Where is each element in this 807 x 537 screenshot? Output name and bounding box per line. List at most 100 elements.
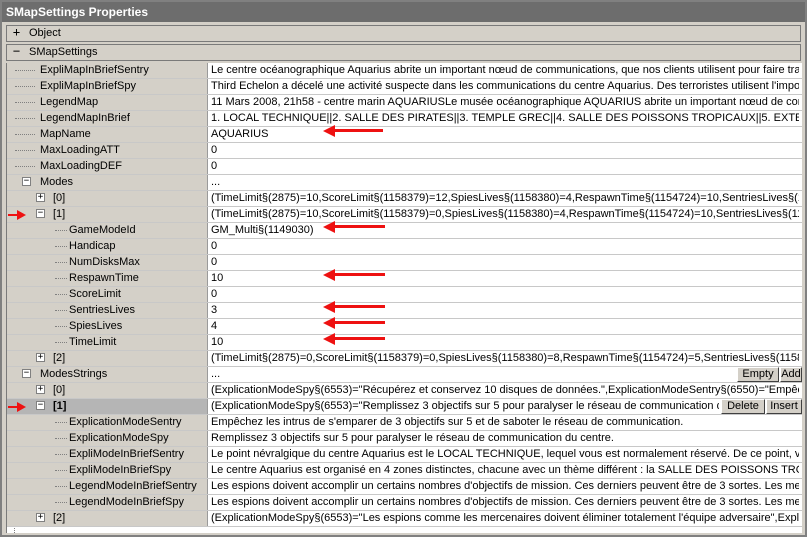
property-value[interactable]: 11 Mars 2008, 21h58 - centre marin AQUAR…: [211, 95, 799, 110]
collapse-icon[interactable]: −: [36, 209, 45, 218]
collapse-icon[interactable]: −: [22, 369, 31, 378]
property-row[interactable]: RespawnTime 10: [7, 271, 802, 287]
property-name: LegendModeInBriefSentry: [69, 480, 197, 492]
property-row[interactable]: GameModeId GM_Multi§(1149030): [7, 223, 802, 239]
property-value[interactable]: 1. LOCAL TECHNIQUE||2. SALLE DES PIRATES…: [211, 111, 799, 126]
red-marker-icon: [17, 402, 26, 412]
empty-button[interactable]: Empty: [737, 367, 779, 382]
property-name: ModesStrings: [40, 368, 108, 380]
property-row[interactable]: + [2] (ExplicationModeSpy§(6553)="Les esp…: [7, 511, 802, 527]
property-row[interactable]: ScoreLimit 0: [7, 287, 802, 303]
property-value[interactable]: 10: [211, 335, 799, 350]
property-row[interactable]: LegendMapInBrief 1. LOCAL TECHNIQUE||2. …: [7, 111, 802, 127]
property-name: ExpliMapInBriefSentry: [40, 64, 149, 76]
collapse-icon[interactable]: −: [36, 401, 45, 410]
property-name: ScoreLimit: [69, 288, 121, 300]
property-grid: ExpliMapInBriefSentry Le centre océanogr…: [6, 63, 802, 533]
expand-icon[interactable]: +: [11, 26, 22, 38]
property-value[interactable]: Les espions doivent accomplir un certain…: [211, 495, 799, 510]
property-name: [1]: [53, 208, 66, 220]
property-name: SpiesLives: [69, 320, 123, 332]
property-value[interactable]: (ExplicationModeSpy§(6553)="Les espions …: [211, 511, 799, 526]
property-name-cell: ExpliMapInBriefSentry: [7, 63, 208, 78]
property-row[interactable]: NumDisksMax 0: [7, 255, 802, 271]
property-row[interactable]: − Modes ...: [7, 175, 802, 191]
property-value[interactable]: 3: [211, 303, 799, 318]
insert-button[interactable]: Insert: [766, 399, 802, 414]
section-smapsettings-label: SMapSettings: [29, 46, 98, 58]
property-value[interactable]: (TimeLimit§(2875)=0,ScoreLimit§(1158379)…: [211, 351, 799, 366]
tree-branch: [15, 150, 35, 151]
property-value[interactable]: Empêchez les intrus de s'emparer de 3 ob…: [211, 415, 799, 430]
property-row[interactable]: LegendModeInBriefSentry Les espions doiv…: [7, 479, 802, 495]
tree-branch: [15, 118, 35, 119]
property-row[interactable]: ExpliModeInBriefSpy Le centre Aquarius e…: [7, 463, 802, 479]
property-value[interactable]: 0: [211, 239, 799, 254]
delete-button[interactable]: Delete: [721, 399, 765, 414]
section-smapsettings[interactable]: − SMapSettings: [6, 44, 801, 61]
property-value[interactable]: 4: [211, 319, 799, 334]
tree-branch: [55, 326, 67, 327]
property-value[interactable]: Le centre océanographique Aquarius abrit…: [211, 63, 799, 78]
property-name: MapName: [40, 128, 91, 140]
property-name: [0]: [53, 384, 66, 396]
tree-branch: [55, 262, 67, 263]
property-value[interactable]: 0: [211, 255, 799, 270]
property-value[interactable]: 0: [211, 287, 799, 302]
property-name-cell: Handicap: [7, 239, 208, 254]
property-row[interactable]: ExpliModeInBriefSentry Le point névralgi…: [7, 447, 802, 463]
property-value[interactable]: Les espions doivent accomplir un certain…: [211, 479, 799, 494]
property-row[interactable]: + [2] (TimeLimit§(2875)=0,ScoreLimit§(115…: [7, 351, 802, 367]
property-row[interactable]: SentriesLives 3: [7, 303, 802, 319]
expand-icon[interactable]: +: [36, 513, 45, 522]
property-row[interactable]: TimeLimit 10: [7, 335, 802, 351]
property-row[interactable]: ExplicationModeSentry Empêchez les intru…: [7, 415, 802, 431]
property-value[interactable]: Remplissez 3 objectifs sur 5 pour paraly…: [211, 431, 799, 446]
property-name: LegendMapInBrief: [40, 112, 130, 124]
property-value[interactable]: Le centre Aquarius est organisé en 4 zon…: [211, 463, 799, 478]
property-row[interactable]: ExpliMapInBriefSentry Le centre océanogr…: [7, 63, 802, 79]
expand-icon[interactable]: +: [36, 385, 45, 394]
property-name-cell: MaxLoadingATT: [7, 143, 208, 158]
property-row[interactable]: MaxLoadingATT 0: [7, 143, 802, 159]
add-button[interactable]: Add: [780, 367, 802, 382]
tree-branch: [55, 438, 67, 439]
property-name-cell: MaxLoadingDEF: [7, 159, 208, 174]
property-row[interactable]: MapName AQUARIUS: [7, 127, 802, 143]
property-row[interactable]: LegendModeInBriefSpy Les espions doivent…: [7, 495, 802, 511]
property-name-cell: ExpliModeInBriefSpy: [7, 463, 208, 478]
section-object[interactable]: + Object: [6, 25, 801, 42]
property-row[interactable]: ExpliMapInBriefSpy Third Echelon a décel…: [7, 79, 802, 95]
property-value[interactable]: AQUARIUS: [211, 127, 799, 142]
property-row[interactable]: − [1] (TimeLimit§(2875)=10,ScoreLimit§(11…: [7, 207, 802, 223]
property-row[interactable]: Handicap 0: [7, 239, 802, 255]
property-name: MaxLoadingDEF: [40, 160, 122, 172]
property-row-selected[interactable]: − [1] (ExplicationModeSpy§(6553)="Remplis…: [7, 399, 802, 415]
property-value[interactable]: Le point névralgique du centre Aquarius …: [211, 447, 799, 462]
property-name-cell: + [0]: [7, 383, 208, 398]
collapse-icon[interactable]: −: [22, 177, 31, 186]
property-row[interactable]: + [0] (TimeLimit§(2875)=10,ScoreLimit§(11…: [7, 191, 802, 207]
property-value[interactable]: 10: [211, 271, 799, 286]
collapse-icon[interactable]: −: [11, 45, 22, 57]
property-value[interactable]: ...: [211, 175, 799, 190]
property-row[interactable]: − ModesStrings ... Empty Add: [7, 367, 802, 383]
property-row[interactable]: ExplicationModeSpy Remplissez 3 objectif…: [7, 431, 802, 447]
property-value[interactable]: Third Echelon a décelé une activité susp…: [211, 79, 799, 94]
property-row[interactable]: SpiesLives 4: [7, 319, 802, 335]
property-value[interactable]: (ExplicationModeSpy§(6553)="Récupérez et…: [211, 383, 799, 398]
property-value[interactable]: 0: [211, 143, 799, 158]
property-name-cell: ExplicationModeSentry: [7, 415, 208, 430]
property-value[interactable]: 0: [211, 159, 799, 174]
property-row[interactable]: + [0] (ExplicationModeSpy§(6553)="Récupér…: [7, 383, 802, 399]
property-row[interactable]: MaxLoadingDEF 0: [7, 159, 802, 175]
property-value[interactable]: (ExplicationModeSpy§(6553)="Remplissez 3…: [211, 399, 719, 414]
property-value[interactable]: (TimeLimit§(2875)=10,ScoreLimit§(1158379…: [211, 191, 799, 206]
property-value[interactable]: (TimeLimit§(2875)=10,ScoreLimit§(1158379…: [211, 207, 799, 222]
property-value[interactable]: GM_Multi§(1149030): [211, 223, 799, 238]
expand-icon[interactable]: +: [36, 353, 45, 362]
expand-icon[interactable]: +: [36, 193, 45, 202]
property-value[interactable]: ...: [211, 367, 799, 382]
property-row[interactable]: LegendMap 11 Mars 2008, 21h58 - centre m…: [7, 95, 802, 111]
property-name: SentriesLives: [69, 304, 136, 316]
